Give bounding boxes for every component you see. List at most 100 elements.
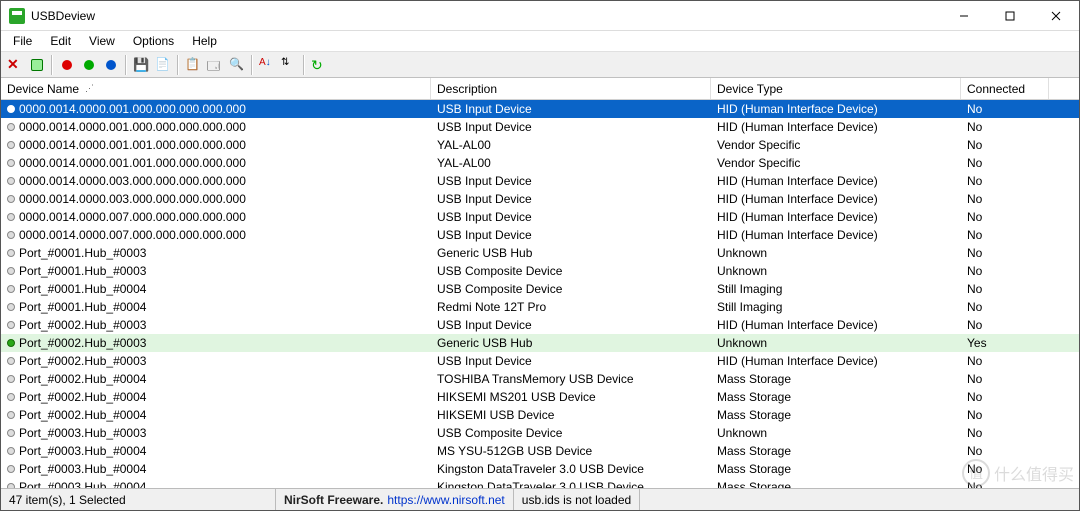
table-row[interactable]: 0000.0014.0000.001.001.000.000.000.000YA…	[1, 136, 1079, 154]
device-name: 0000.0014.0000.003.000.000.000.000.000	[19, 192, 246, 206]
status-dot-icon	[7, 393, 15, 401]
device-name: 0000.0014.0000.003.000.000.000.000.000	[19, 174, 246, 188]
maximize-button[interactable]	[987, 1, 1033, 30]
table-row[interactable]: Port_#0003.Hub_#0004Kingston DataTravele…	[1, 460, 1079, 478]
device-table: Device Name⋰ Description Device Type Con…	[1, 78, 1079, 488]
table-row[interactable]: Port_#0002.Hub_#0003USB Input DeviceHID …	[1, 352, 1079, 370]
status-dot-icon	[7, 285, 15, 293]
table-row[interactable]: 0000.0014.0000.003.000.000.000.000.000US…	[1, 190, 1079, 208]
status-dot-icon	[7, 411, 15, 419]
status-dot-icon	[7, 249, 15, 257]
credit-label: NirSoft Freeware.	[284, 493, 383, 507]
device-description: YAL-AL00	[431, 138, 711, 152]
status-dot-icon	[7, 321, 15, 329]
menu-view[interactable]: View	[81, 33, 123, 49]
device-name: Port_#0002.Hub_#0003	[19, 318, 146, 332]
status-ids: usb.ids is not loaded	[514, 489, 640, 510]
status-dot-icon	[7, 123, 15, 131]
device-type: Mass Storage	[711, 444, 961, 458]
table-header: Device Name⋰ Description Device Type Con…	[1, 78, 1079, 100]
table-row[interactable]: Port_#0002.Hub_#0003 Generic USB HubUnkno…	[1, 334, 1079, 352]
options-icon[interactable]: 🗔	[205, 55, 225, 75]
refresh-icon[interactable]: ↻	[309, 55, 329, 75]
table-row[interactable]: Port_#0001.Hub_#0003Generic USB HubUnkno…	[1, 244, 1079, 262]
toolbar-separator	[125, 55, 127, 75]
status-bar: 47 item(s), 1 Selected NirSoft Freeware.…	[1, 488, 1079, 510]
copy-icon[interactable]: 📋	[183, 55, 203, 75]
menu-edit[interactable]: Edit	[42, 33, 79, 49]
disable-icon[interactable]	[57, 55, 77, 75]
save-icon[interactable]: 💾	[131, 55, 151, 75]
device-connected: No	[961, 120, 1049, 134]
find-icon[interactable]: 🔍	[227, 55, 247, 75]
minimize-button[interactable]	[941, 1, 987, 30]
device-name: Port_#0002.Hub_#0003	[19, 336, 146, 350]
table-row[interactable]: 0000.0014.0000.007.000.000.000.000.000US…	[1, 226, 1079, 244]
device-type: Still Imaging	[711, 300, 961, 314]
table-body[interactable]: 0000.0014.0000.001.000.000.000.000.000 US…	[1, 100, 1079, 488]
table-row[interactable]: Port_#0003.Hub_#0004MS YSU-512GB USB Dev…	[1, 442, 1079, 460]
col-connected[interactable]: Connected	[961, 78, 1049, 99]
col-label: Device Type	[717, 82, 783, 96]
device-connected: No	[961, 480, 1049, 488]
device-name: Port_#0001.Hub_#0003	[19, 246, 146, 260]
status-dot-icon	[7, 213, 15, 221]
disconnect-icon[interactable]: ✕	[5, 55, 25, 75]
app-icon	[9, 8, 25, 24]
properties-icon[interactable]: 📄	[153, 55, 173, 75]
table-row[interactable]: Port_#0001.Hub_#0004Redmi Note 12T ProSt…	[1, 298, 1079, 316]
enable-icon[interactable]	[79, 55, 99, 75]
sort-az-icon[interactable]: A↓	[257, 55, 277, 75]
table-row[interactable]: Port_#0001.Hub_#0004USB Composite Device…	[1, 280, 1079, 298]
table-row[interactable]: Port_#0003.Hub_#0004Kingston DataTravele…	[1, 478, 1079, 488]
device-description: MS YSU-512GB USB Device	[431, 444, 711, 458]
status-dot-icon	[7, 267, 15, 275]
toolbar-separator	[177, 55, 179, 75]
status-dot-icon	[7, 177, 15, 185]
device-type: Mass Storage	[711, 372, 961, 386]
device-type: Mass Storage	[711, 390, 961, 404]
table-row[interactable]: Port_#0002.Hub_#0004TOSHIBA TransMemory …	[1, 370, 1079, 388]
table-row[interactable]: 0000.0014.0000.007.000.000.000.000.000US…	[1, 208, 1079, 226]
menu-bar: FileEditViewOptionsHelp	[1, 31, 1079, 51]
col-device-type[interactable]: Device Type	[711, 78, 961, 99]
menu-help[interactable]: Help	[184, 33, 225, 49]
device-name: Port_#0002.Hub_#0004	[19, 372, 146, 386]
window-title: USBDeview	[31, 9, 941, 23]
device-type: HID (Human Interface Device)	[711, 192, 961, 206]
table-row[interactable]: 0000.0014.0000.001.001.000.000.000.000YA…	[1, 154, 1079, 172]
table-row[interactable]: Port_#0002.Hub_#0004HIKSEMI USB DeviceMa…	[1, 406, 1079, 424]
device-description: USB Input Device	[431, 228, 711, 242]
device-description: USB Composite Device	[431, 426, 711, 440]
col-description[interactable]: Description	[431, 78, 711, 99]
device-connected: No	[961, 426, 1049, 440]
device-name: Port_#0003.Hub_#0004	[19, 480, 146, 488]
table-row[interactable]: 0000.0014.0000.003.000.000.000.000.000US…	[1, 172, 1079, 190]
device-connected: No	[961, 408, 1049, 422]
uninstall-icon[interactable]	[27, 55, 47, 75]
table-row[interactable]: 0000.0014.0000.001.000.000.000.000.000US…	[1, 118, 1079, 136]
status-credit[interactable]: NirSoft Freeware. https://www.nirsoft.ne…	[276, 489, 514, 510]
device-type: Still Imaging	[711, 282, 961, 296]
table-row[interactable]: Port_#0002.Hub_#0003USB Input DeviceHID …	[1, 316, 1079, 334]
device-type: Unknown	[711, 336, 961, 350]
device-description: USB Input Device	[431, 354, 711, 368]
device-connected: No	[961, 174, 1049, 188]
close-button[interactable]	[1033, 1, 1079, 30]
status-dot-icon	[7, 231, 15, 239]
menu-file[interactable]: File	[5, 33, 40, 49]
device-connected: No	[961, 246, 1049, 260]
sort-options-icon[interactable]: ⇅	[279, 55, 299, 75]
table-row[interactable]: 0000.0014.0000.001.000.000.000.000.000US…	[1, 100, 1079, 118]
device-connected: No	[961, 156, 1049, 170]
col-device-name[interactable]: Device Name⋰	[1, 78, 431, 99]
table-row[interactable]: Port_#0003.Hub_#0003USB Composite Device…	[1, 424, 1079, 442]
device-type: Vendor Specific	[711, 156, 961, 170]
table-row[interactable]: Port_#0002.Hub_#0004HIKSEMI MS201 USB De…	[1, 388, 1079, 406]
menu-options[interactable]: Options	[125, 33, 182, 49]
toolbar: ✕ 💾 📄 📋 🗔 🔍 A↓ ⇅ ↻	[1, 51, 1079, 78]
device-name: 0000.0014.0000.001.000.000.000.000.000	[19, 120, 246, 134]
device-description: Generic USB Hub	[431, 336, 711, 350]
disable-enable-icon[interactable]	[101, 55, 121, 75]
table-row[interactable]: Port_#0001.Hub_#0003USB Composite Device…	[1, 262, 1079, 280]
